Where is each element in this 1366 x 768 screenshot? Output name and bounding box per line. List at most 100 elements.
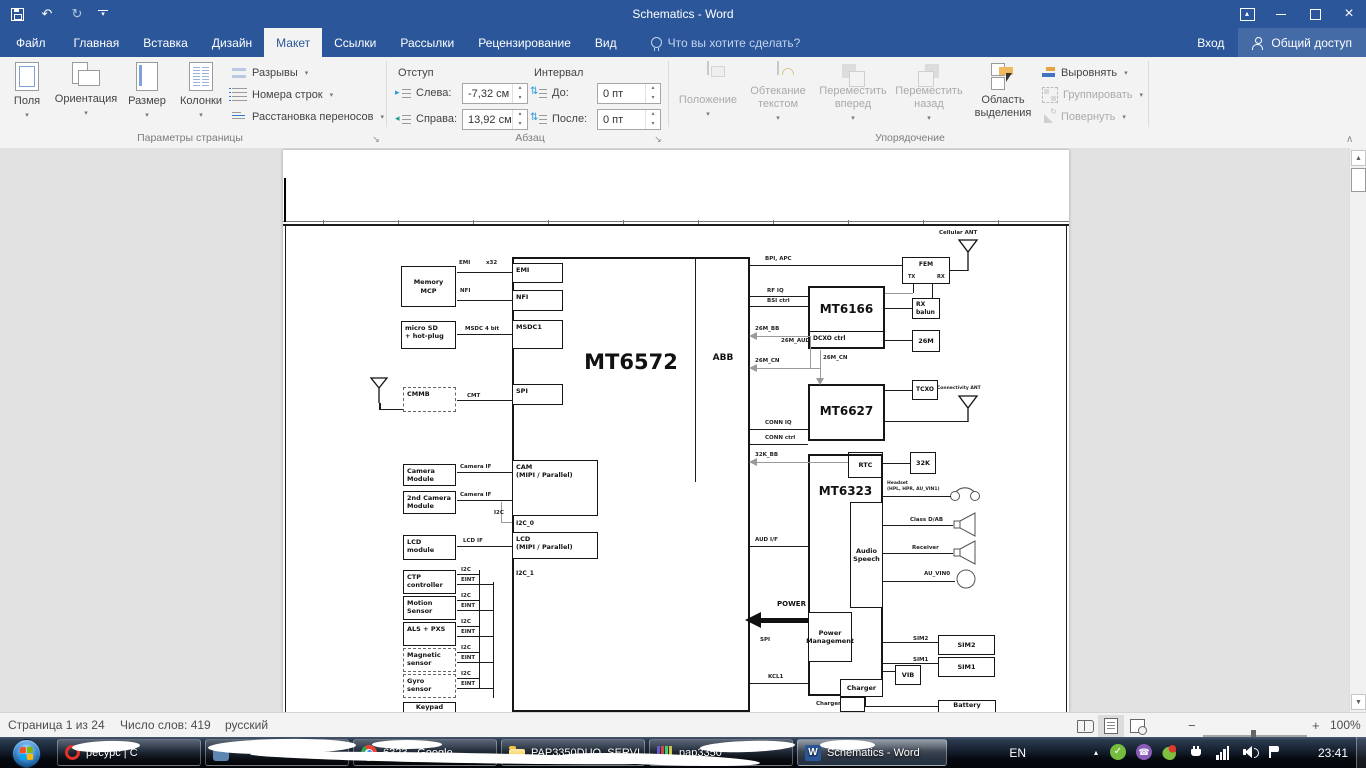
scroll-up-button[interactable]: ▲: [1351, 150, 1366, 166]
network-tray-icon[interactable]: [1216, 744, 1232, 760]
block-als-pxs: ALS + PXS: [403, 622, 456, 646]
wrap-text-button[interactable]: Обтекание текстом: [744, 59, 812, 125]
columns-button[interactable]: Колонки: [174, 59, 228, 125]
wire: [883, 663, 938, 664]
selection-pane-button[interactable]: Область выделения: [968, 59, 1038, 125]
wire-label: MSDC 4 bit: [465, 326, 499, 333]
minimize-button[interactable]: [1264, 0, 1298, 28]
start-button[interactable]: [12, 739, 41, 768]
ribbon-display-options-button[interactable]: [1230, 0, 1264, 28]
page-indicator[interactable]: Страница 1 из 24: [8, 713, 105, 737]
viber-tray-icon[interactable]: [1136, 744, 1152, 760]
spacing-after-spinner[interactable]: ▴▾: [645, 110, 660, 129]
print-layout-button[interactable]: [1098, 715, 1124, 737]
spacing-after-input[interactable]: 0 пт ▴▾: [597, 109, 661, 130]
margins-button[interactable]: Поля: [4, 59, 50, 125]
group-separator: [668, 61, 669, 127]
wire-label: I2C: [461, 567, 471, 574]
wire: [950, 270, 968, 271]
redo-button[interactable]: [68, 5, 86, 23]
save-button[interactable]: [8, 5, 26, 23]
volume-tray-icon[interactable]: [1242, 744, 1258, 760]
power-plug-tray-icon[interactable]: [1188, 744, 1204, 760]
send-backward-button[interactable]: Переместить назад: [894, 59, 964, 125]
undo-button[interactable]: [38, 5, 56, 23]
paragraph-dialog-launcher[interactable]: [652, 133, 664, 145]
block-cam: CAM (MIPI / Parallel): [512, 460, 598, 516]
indent-left-spinner[interactable]: ▴▾: [512, 84, 527, 103]
action-center-flag-icon[interactable]: [1266, 744, 1282, 760]
line-numbers-button[interactable]: Номера строк: [232, 85, 333, 105]
tab-view[interactable]: Вид: [583, 28, 629, 57]
indent-right-input[interactable]: 13,92 см ▴▾: [462, 109, 528, 130]
frame-tick: [998, 220, 999, 224]
scroll-thumb[interactable]: [1351, 168, 1366, 192]
share-label: Общий доступ: [1271, 36, 1352, 50]
wire: [457, 688, 493, 689]
document-page[interactable]: MT6572 ABB EMI NFI MSDC1 SPI CAM (MIPI /…: [283, 150, 1069, 712]
wire-label: EINT: [461, 603, 475, 610]
wire: [757, 462, 848, 463]
scroll-down-button[interactable]: ▼: [1351, 694, 1366, 710]
language-indicator[interactable]: русский: [225, 713, 268, 737]
breaks-button[interactable]: Разрывы: [232, 63, 308, 83]
tray-expand-button[interactable]: [1094, 737, 1098, 768]
indent-right-spinner[interactable]: ▴▾: [512, 110, 527, 129]
close-button[interactable]: [1332, 0, 1366, 28]
position-button[interactable]: Положение: [676, 59, 740, 125]
frame-tick: [623, 220, 624, 224]
ribbon: Поля Ориентация Размер Колонки Разрывы Н…: [0, 57, 1366, 149]
spacing-before-spinner[interactable]: ▴▾: [645, 84, 660, 103]
wire: [885, 308, 912, 309]
vertical-scrollbar[interactable]: ▲ ▼: [1349, 148, 1366, 712]
web-layout-button[interactable]: [1124, 715, 1150, 737]
share-button[interactable]: Общий доступ: [1238, 28, 1366, 57]
word-count[interactable]: Число слов: 419: [120, 713, 211, 737]
page-setup-dialog-launcher[interactable]: [370, 133, 382, 145]
indent-left-input[interactable]: -7,32 см ▴▾: [462, 83, 528, 104]
tell-me-box[interactable]: Что вы хотите сделать?: [651, 28, 801, 57]
read-mode-button[interactable]: [1072, 715, 1098, 737]
clock[interactable]: 23:41: [1318, 737, 1348, 768]
spacing-before-input[interactable]: 0 пт ▴▾: [597, 83, 661, 104]
orientation-button[interactable]: Ориентация: [52, 59, 120, 125]
tab-mailings[interactable]: Рассылки: [388, 28, 466, 57]
restore-button[interactable]: [1298, 0, 1332, 28]
tab-layout[interactable]: Макет: [264, 28, 322, 57]
rotate-button[interactable]: Повернуть: [1042, 107, 1126, 127]
frame-tick: [323, 220, 324, 224]
quick-access-toolbar: [8, 0, 108, 28]
tab-design[interactable]: Дизайн: [200, 28, 264, 57]
wire-label: Camera IF: [460, 464, 491, 471]
tab-file[interactable]: Файл: [0, 28, 62, 57]
hyphenation-button[interactable]: Расстановка переносов: [232, 107, 384, 127]
group-objects-button[interactable]: Группировать: [1042, 85, 1143, 105]
sign-in-button[interactable]: Вход: [1183, 28, 1238, 57]
spacing-before-row: До:: [532, 83, 569, 103]
skype-tray-icon[interactable]: [1110, 744, 1126, 760]
size-button[interactable]: Размер: [122, 59, 172, 125]
language-button[interactable]: EN: [1009, 737, 1026, 768]
show-desktop-button[interactable]: [1356, 737, 1366, 768]
zoom-out-button[interactable]: [1188, 713, 1196, 737]
tab-home[interactable]: Главная: [62, 28, 132, 57]
collapse-ribbon-button[interactable]: [1346, 134, 1353, 145]
zoom-level[interactable]: 100%: [1330, 713, 1361, 737]
arrow-left-icon: [749, 458, 757, 466]
customize-qat-button[interactable]: [98, 10, 108, 19]
save-icon: [11, 8, 24, 21]
wire: [457, 472, 512, 473]
wire: [820, 350, 821, 379]
zoom-in-button[interactable]: [1312, 713, 1320, 737]
block-magnetic: Magnetic sensor: [403, 648, 456, 672]
wire-label: RF IQ: [767, 288, 784, 295]
wire-label: Camera IF: [460, 492, 491, 499]
bring-forward-button[interactable]: Переместить вперед: [816, 59, 890, 125]
block-ctp: CTP controller: [403, 570, 456, 594]
align-button[interactable]: Выровнять: [1042, 63, 1128, 83]
tab-insert[interactable]: Вставка: [131, 28, 200, 57]
tab-references[interactable]: Ссылки: [322, 28, 388, 57]
icq-tray-icon[interactable]: [1162, 744, 1178, 760]
tab-review[interactable]: Рецензирование: [466, 28, 583, 57]
spacing-before-icon: [532, 86, 547, 100]
